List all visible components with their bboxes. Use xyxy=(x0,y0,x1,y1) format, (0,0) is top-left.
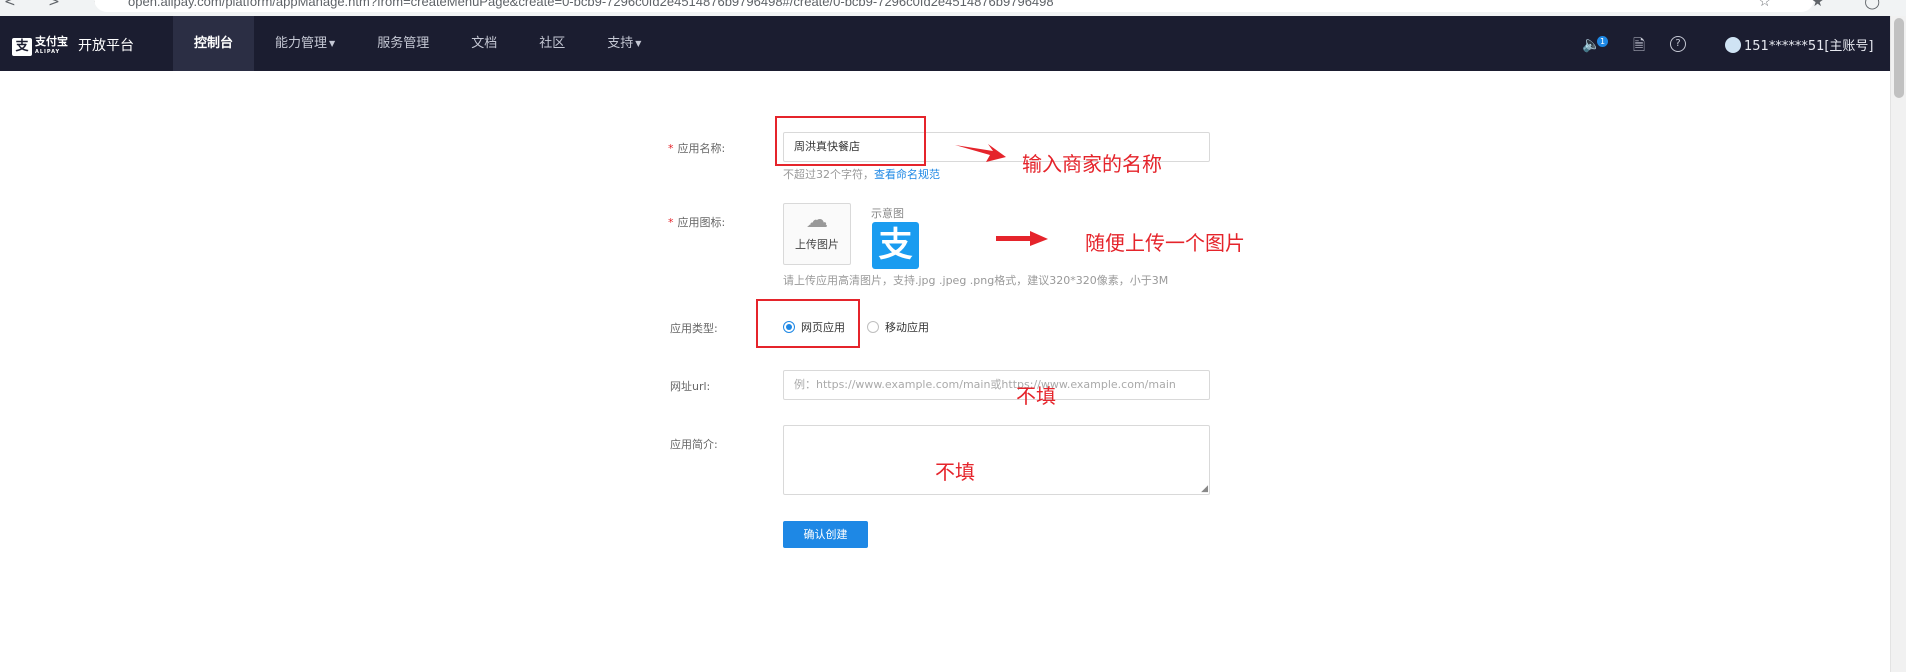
annotation-url-note: 不填 xyxy=(1016,384,1056,408)
annotation-name-note: 输入商家的名称 xyxy=(1022,152,1162,176)
annotation-icon-note: 随便上传一个图片 xyxy=(1085,231,1245,255)
arrow-to-name-note xyxy=(955,144,1006,162)
annotation-arrows xyxy=(955,144,1048,246)
annotation-desc-note: 不填 xyxy=(935,460,975,484)
arrow-to-icon-note xyxy=(996,231,1048,246)
